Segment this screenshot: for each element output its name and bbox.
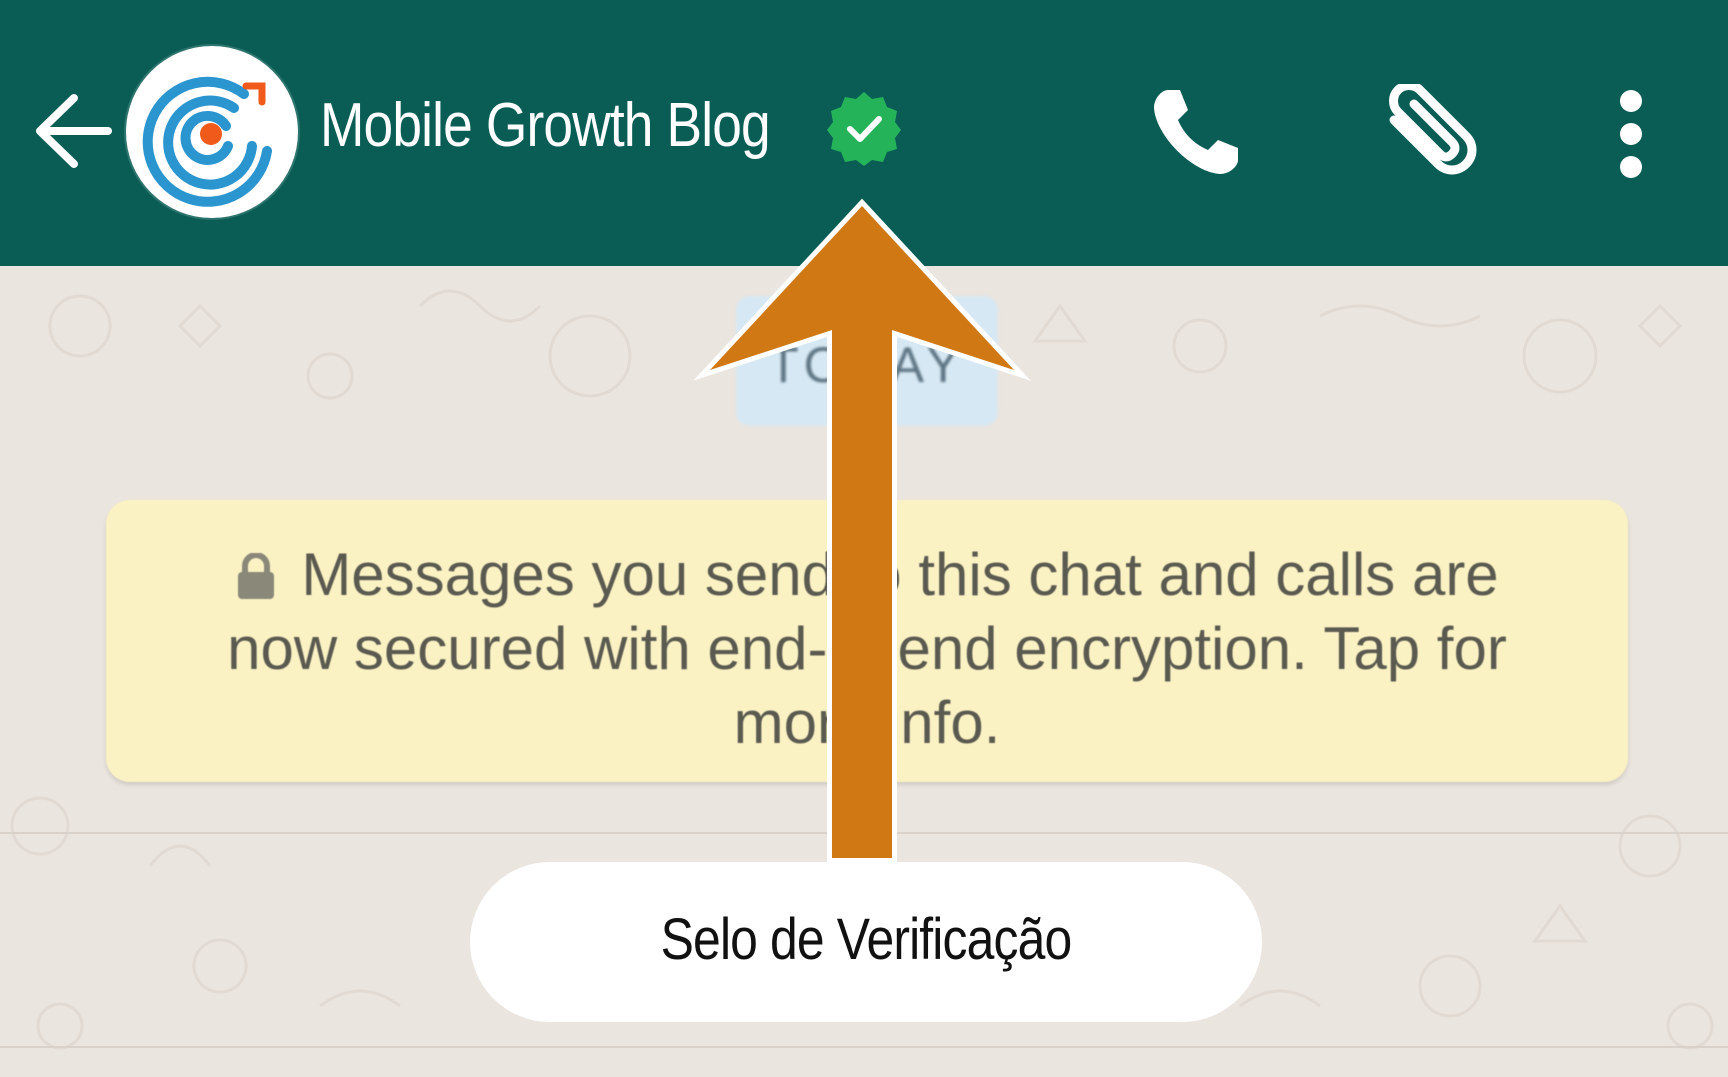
verified-check-icon bbox=[827, 92, 901, 166]
arrow-left-icon bbox=[36, 94, 112, 168]
lock-icon bbox=[238, 553, 275, 599]
annotation-label-text: Selo de Verificação bbox=[660, 907, 1073, 972]
chat-title[interactable]: Mobile Growth Blog bbox=[320, 88, 771, 164]
encryption-notice[interactable]: Messages you send to this chat and calls… bbox=[106, 500, 1628, 782]
attach-button[interactable] bbox=[1372, 81, 1484, 184]
call-button[interactable] bbox=[1148, 84, 1244, 180]
more-options-button[interactable] bbox=[1612, 88, 1650, 184]
date-chip-label: TODAY bbox=[768, 337, 966, 393]
divider bbox=[0, 832, 1728, 834]
mobile-growth-logo-icon bbox=[142, 76, 272, 207]
verified-badge bbox=[826, 90, 902, 166]
back-button[interactable] bbox=[30, 88, 116, 174]
more-vertical-icon bbox=[1620, 90, 1642, 178]
divider bbox=[0, 1046, 1728, 1048]
annotation-label: Selo de Verificação bbox=[470, 862, 1262, 1022]
paperclip-icon bbox=[1389, 81, 1477, 175]
encryption-notice-text: Messages you send to this chat and calls… bbox=[227, 541, 1507, 756]
avatar[interactable] bbox=[126, 46, 298, 218]
chat-header: Mobile Growth Blog bbox=[0, 0, 1728, 266]
phone-icon bbox=[1154, 90, 1238, 174]
date-chip: TODAY bbox=[736, 296, 998, 426]
